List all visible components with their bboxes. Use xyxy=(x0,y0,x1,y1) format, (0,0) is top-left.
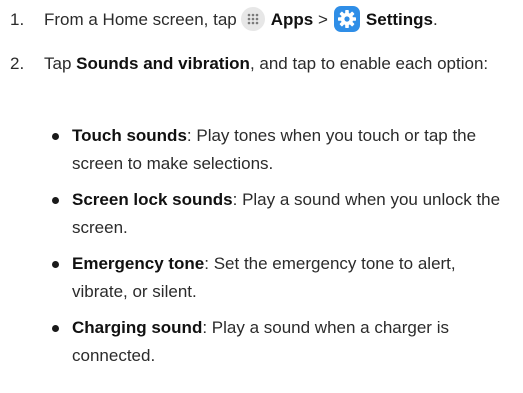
apps-grid-icon xyxy=(240,7,265,31)
bullet-icon xyxy=(52,197,59,204)
step-prefix: From a Home screen, tap xyxy=(44,10,237,29)
step-suffix: , and tap to enable each option: xyxy=(249,54,489,73)
option-text: Screen lock sounds: Play a sound when yo… xyxy=(72,186,512,242)
settings-gear-icon xyxy=(333,6,360,32)
step-number: 2. xyxy=(10,54,25,73)
step-prefix: Tap xyxy=(44,54,72,73)
instruction-page: 1. From a Home screen, tap Apps > Settin… xyxy=(0,0,523,393)
step-text: Tap Sounds and vibration, and tap to ena… xyxy=(44,50,514,78)
bullet-icon xyxy=(52,261,59,268)
option-text: Touch sounds: Play tones when you touch … xyxy=(72,122,512,178)
step-suffix: . xyxy=(432,10,438,29)
step-number: 1. xyxy=(10,10,25,29)
bullet-icon xyxy=(52,325,59,332)
settings-label: Settings xyxy=(365,10,433,29)
option-title: Screen lock sounds xyxy=(72,190,233,209)
option-title: Touch sounds xyxy=(72,126,187,145)
apps-label: Apps xyxy=(270,10,314,29)
option-title: Charging sound xyxy=(72,318,203,337)
bullet-icon xyxy=(52,133,59,140)
option-text: Charging sound: Play a sound when a char… xyxy=(72,314,512,370)
option-text: Emergency tone: Set the emergency tone t… xyxy=(72,250,512,306)
step-text: From a Home screen, tap Apps > Settings. xyxy=(44,6,514,34)
sounds-vibration-label: Sounds and vibration xyxy=(76,54,250,73)
option-title: Emergency tone xyxy=(72,254,205,273)
menu-separator: > xyxy=(317,10,328,29)
